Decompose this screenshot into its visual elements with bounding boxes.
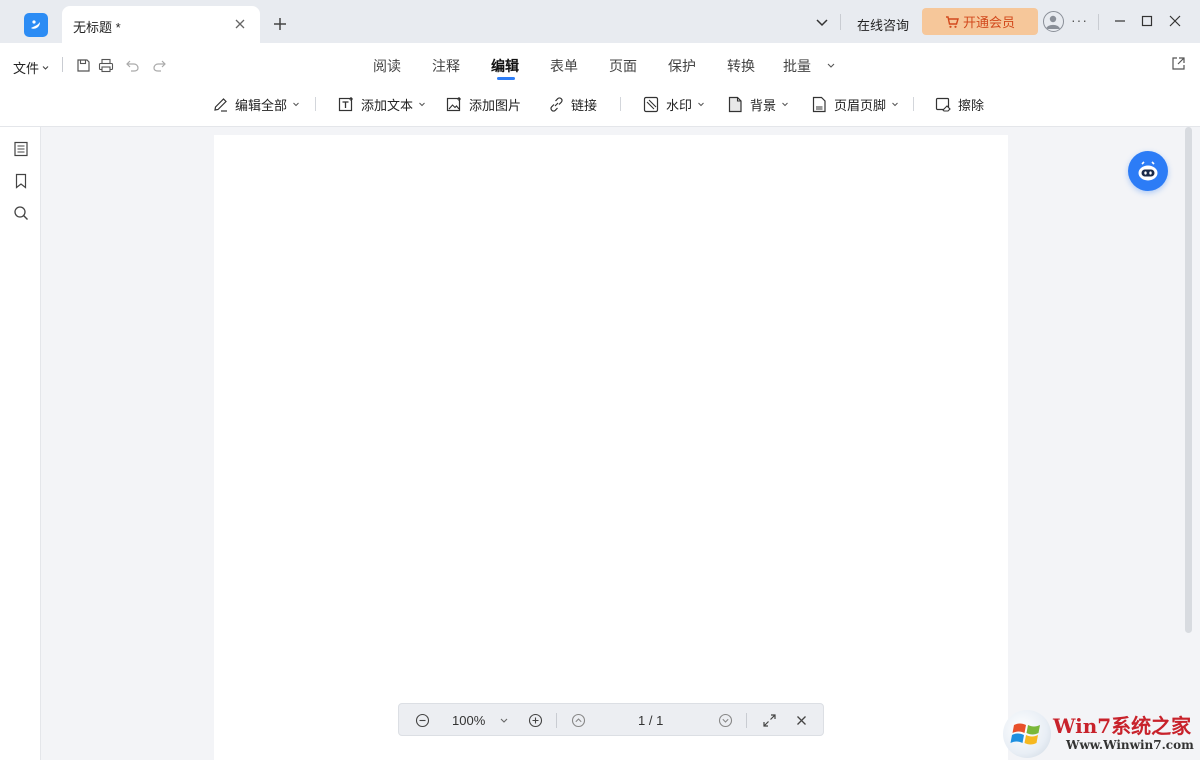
tab-batch[interactable]: 批量 [783, 56, 811, 76]
divider [62, 57, 63, 72]
active-tab-indicator [497, 77, 515, 80]
tab-form[interactable]: 表单 [550, 56, 578, 76]
zoom-dropdown-chevron-icon[interactable] [496, 712, 512, 728]
document-page[interactable] [214, 135, 1008, 760]
watermark-title: Win7系统之家 [1053, 714, 1192, 738]
close-window-icon[interactable] [1167, 13, 1183, 29]
chevron-down-icon [419, 102, 425, 107]
search-icon[interactable] [12, 204, 29, 221]
tab-protect[interactable]: 保护 [668, 56, 696, 76]
edit-all-label: 编辑全部 [235, 97, 288, 113]
bookmark-icon[interactable] [12, 172, 29, 189]
eraser-icon [935, 97, 951, 112]
site-watermark: Win7系统之家 Www.Winwin7.com [1000, 708, 1198, 760]
watermark-icon [643, 96, 659, 112]
background-label: 背景 [750, 97, 777, 113]
erase-label: 擦除 [958, 97, 985, 113]
close-tab-icon[interactable] [232, 16, 248, 32]
tab-page[interactable]: 页面 [609, 56, 637, 76]
watermark-button[interactable]: 水印 [643, 95, 705, 113]
header-footer-label: 页眉页脚 [834, 97, 887, 113]
chevron-down-icon [698, 102, 704, 107]
watermark-url: Www.Winwin7.com [1066, 738, 1194, 752]
add-text-icon [338, 96, 353, 111]
redo-icon[interactable] [150, 56, 168, 74]
more-tabs-chevron-icon[interactable] [826, 58, 838, 70]
windows-logo-icon [1003, 710, 1051, 758]
file-menu[interactable]: 文件 [13, 58, 50, 77]
maximize-icon[interactable] [1139, 13, 1155, 29]
user-avatar-icon[interactable] [1043, 11, 1064, 32]
chevron-down-icon [42, 66, 49, 70]
link-label: 链接 [571, 97, 598, 113]
tab-list-chevron-icon[interactable] [814, 14, 830, 30]
tab-convert[interactable]: 转换 [727, 56, 755, 76]
print-icon[interactable] [97, 56, 115, 74]
edit-all-button[interactable]: 编辑全部 [212, 95, 300, 113]
vertical-scrollbar[interactable] [1185, 127, 1192, 633]
file-menu-label: 文件 [13, 61, 40, 76]
next-page-icon[interactable] [717, 712, 733, 728]
ribbon-toolbar: 文件 阅读 注释 编辑 表单 页面 保护 转换 批量 编辑全部 添加文本 添加图… [0, 43, 1200, 127]
zoom-out-icon[interactable] [414, 712, 430, 728]
header-footer-icon [812, 96, 826, 112]
open-external-icon[interactable] [1171, 56, 1187, 72]
minimize-icon[interactable] [1112, 13, 1128, 29]
undo-icon[interactable] [123, 56, 141, 74]
add-image-button[interactable]: 添加图片 [446, 95, 521, 113]
title-bar: 无标题 * 在线咨询 开通会员 ··· [0, 0, 1200, 43]
fullscreen-icon[interactable] [761, 712, 777, 728]
pen-icon [214, 97, 227, 112]
background-button[interactable]: 背景 [727, 95, 789, 113]
ai-assistant-robot-icon[interactable] [1128, 151, 1168, 191]
link-icon [550, 96, 563, 112]
left-sidebar [0, 127, 41, 760]
tab-edit[interactable]: 编辑 [491, 56, 519, 76]
divider [556, 713, 557, 728]
cart-icon [945, 15, 959, 28]
vip-button[interactable]: 开通会员 [922, 8, 1038, 35]
save-icon[interactable] [74, 56, 92, 74]
background-icon [728, 96, 742, 112]
chevron-down-icon [293, 102, 299, 107]
divider [840, 14, 841, 30]
app-logo-icon [24, 13, 48, 37]
divider [1098, 14, 1099, 30]
chevron-down-icon [782, 102, 788, 107]
previous-page-icon[interactable] [570, 712, 586, 728]
chevron-down-icon [892, 102, 898, 107]
outline-list-icon[interactable] [12, 140, 29, 157]
divider [620, 97, 621, 111]
divider [913, 97, 914, 111]
document-tab[interactable]: 无标题 * [62, 6, 260, 43]
tab-annotate[interactable]: 注释 [432, 56, 460, 76]
page-indicator[interactable]: 1 / 1 [638, 713, 663, 728]
add-text-button[interactable]: 添加文本 [338, 95, 426, 113]
tab-read[interactable]: 阅读 [373, 56, 401, 76]
add-image-icon [446, 96, 461, 111]
erase-button[interactable]: 擦除 [935, 95, 984, 113]
vip-label: 开通会员 [962, 15, 1015, 30]
divider [746, 713, 747, 728]
divider [315, 97, 316, 111]
link-button[interactable]: 链接 [548, 95, 597, 113]
more-options-icon[interactable]: ··· [1071, 12, 1088, 28]
online-consult-link[interactable]: 在线咨询 [857, 15, 909, 34]
add-text-label: 添加文本 [361, 97, 414, 113]
zoom-level[interactable]: 100% [452, 713, 485, 728]
add-image-label: 添加图片 [469, 97, 522, 113]
watermark-label: 水印 [666, 97, 693, 113]
header-footer-button[interactable]: 页眉页脚 [811, 95, 899, 113]
new-tab-plus-icon[interactable] [270, 14, 290, 34]
tab-title: 无标题 * [73, 20, 121, 35]
page-navigation-bar: 100% 1 / 1 [398, 703, 824, 736]
zoom-in-icon[interactable] [527, 712, 543, 728]
close-bar-icon[interactable] [793, 712, 809, 728]
